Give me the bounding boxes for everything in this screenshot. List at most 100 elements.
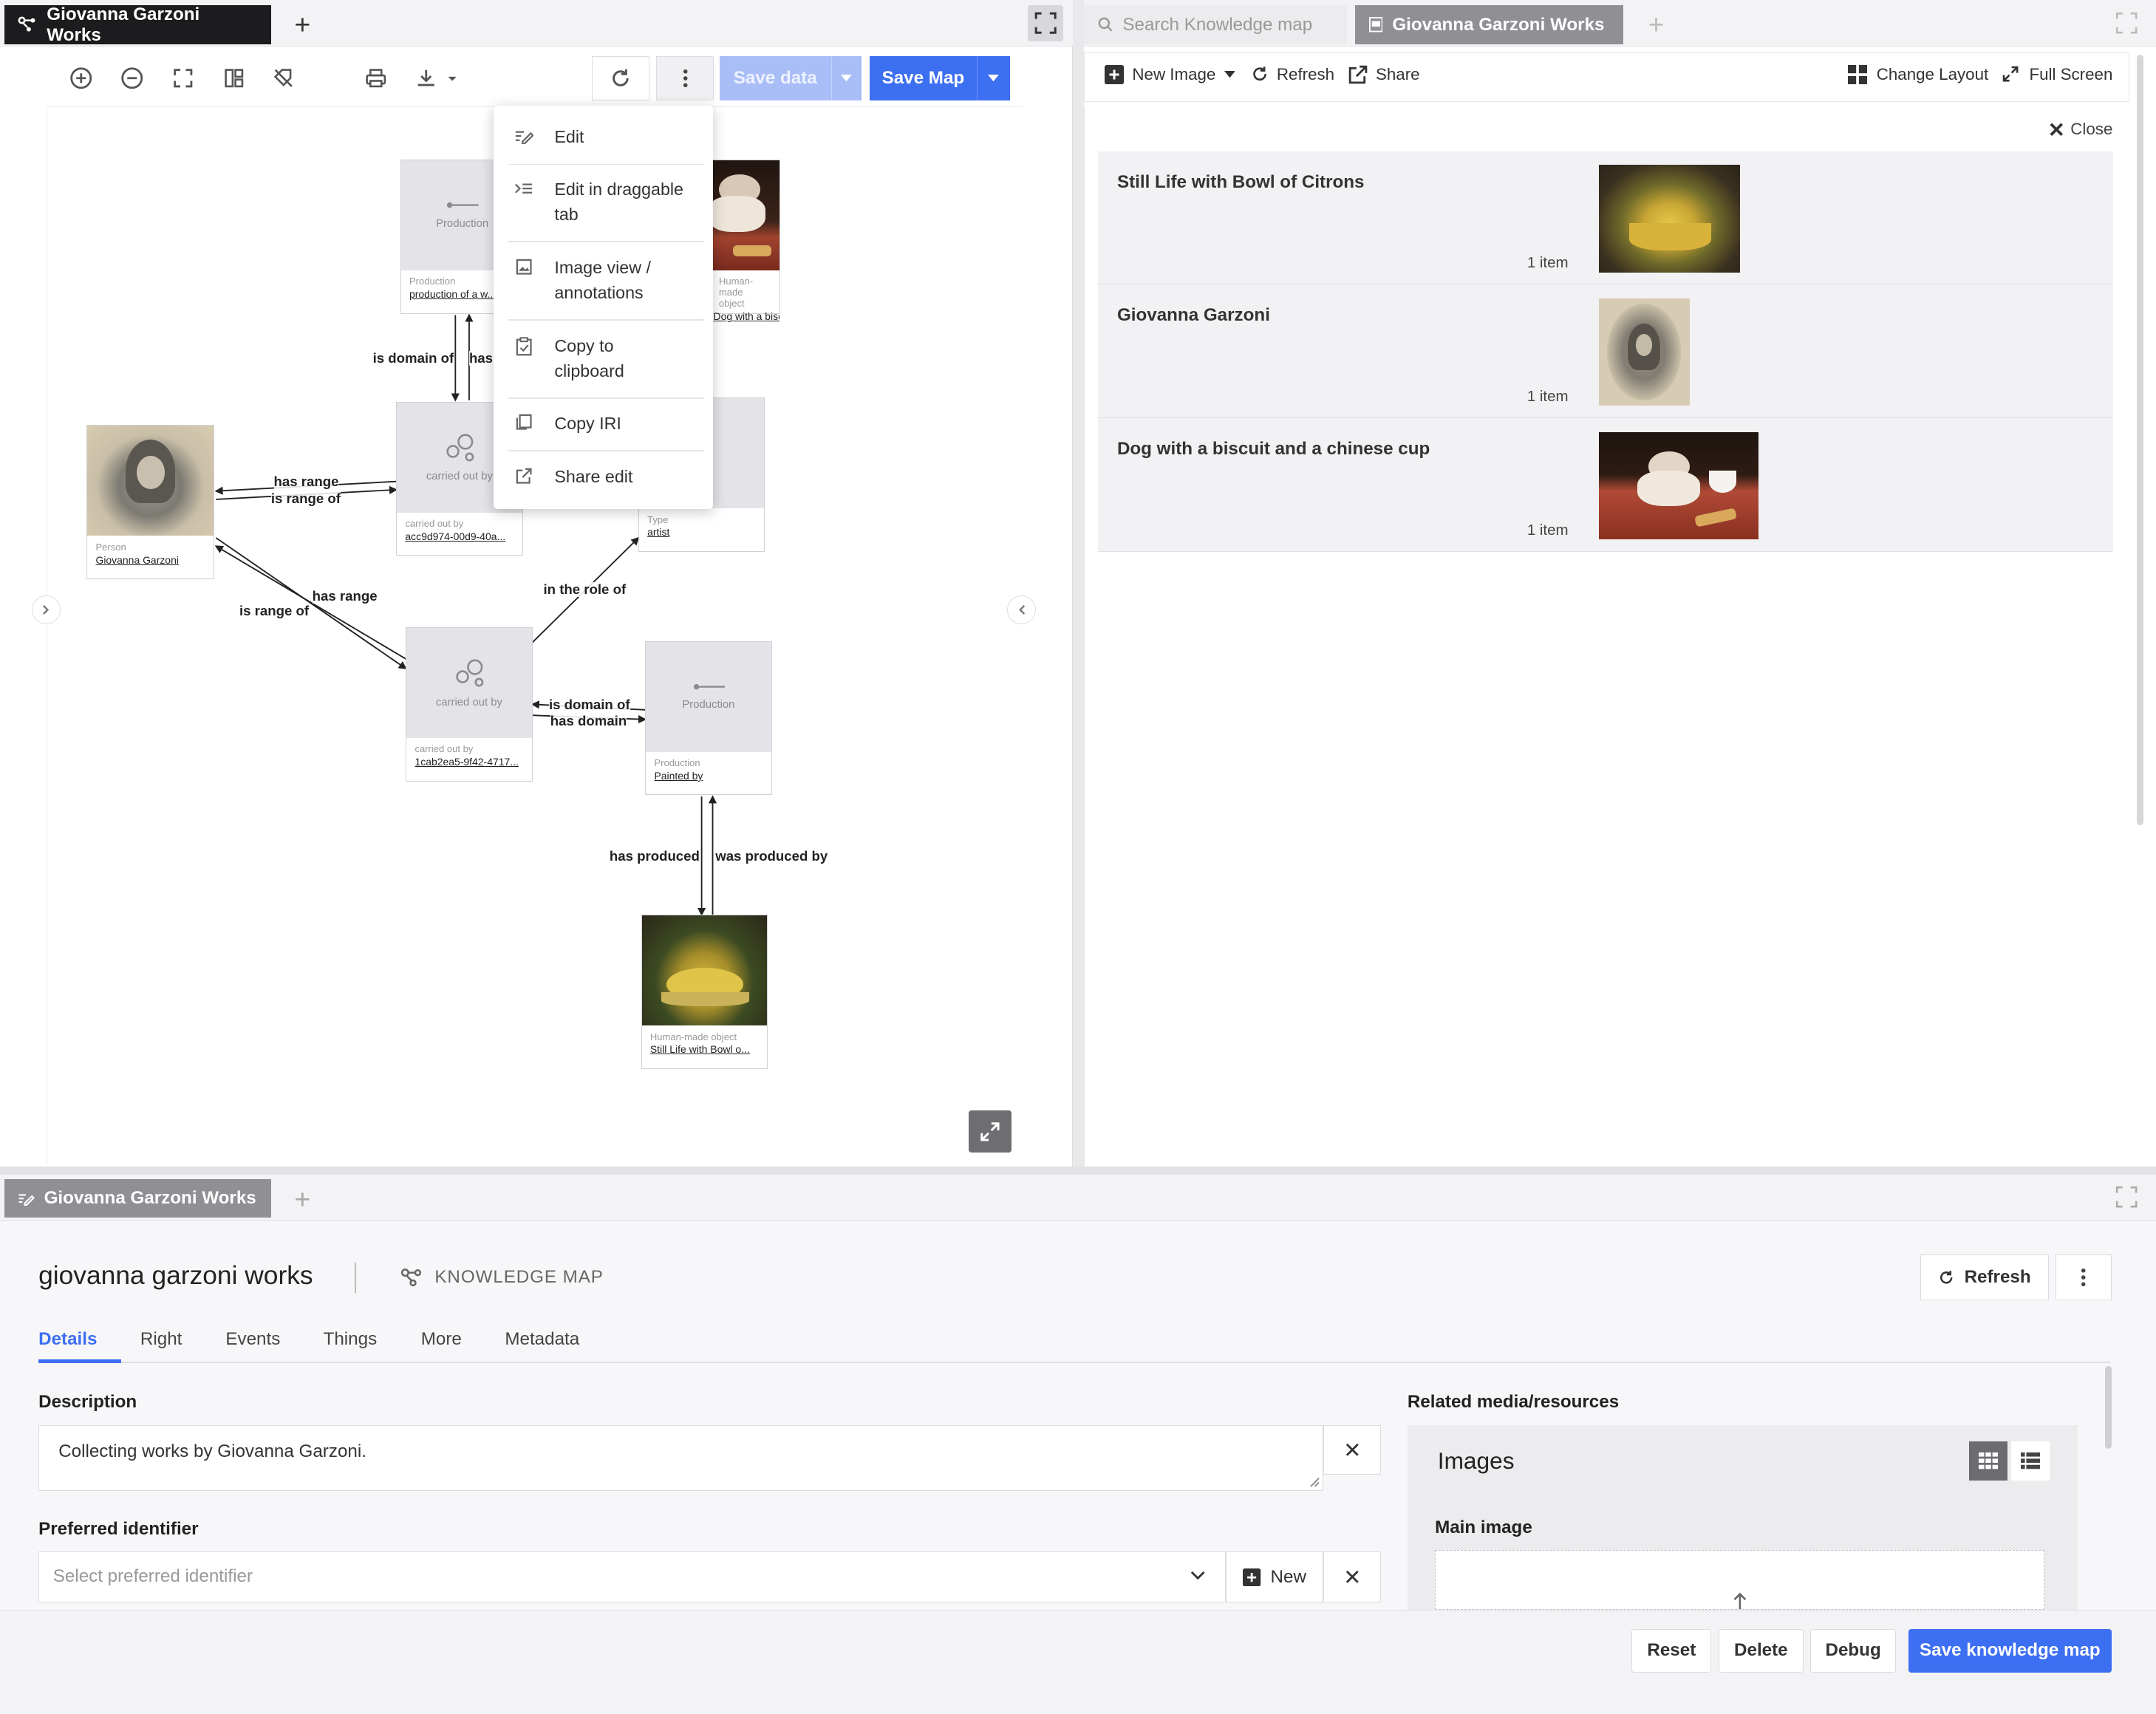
- menu-item-edit-draggable[interactable]: Edit in draggable tab: [494, 177, 712, 227]
- new-identifier-label: New: [1270, 1566, 1306, 1587]
- node-top-label: Production: [436, 217, 489, 230]
- add-tab-icon[interactable]: +: [1648, 10, 1665, 38]
- refresh-button[interactable]: Refresh: [1251, 64, 1335, 84]
- refresh-icon: [1252, 66, 1266, 81]
- edge-label: has range: [312, 587, 378, 604]
- expand-canvas-button[interactable]: [968, 1110, 1012, 1153]
- search-tab[interactable]: Search Knowledge map: [1084, 5, 1347, 44]
- dog-image[interactable]: [1598, 431, 1758, 539]
- edge-label: is domain of: [372, 349, 454, 366]
- maximize-icon[interactable]: [2109, 5, 2144, 41]
- images-grid-view-button[interactable]: [1968, 1441, 2007, 1481]
- right-scrollbar[interactable]: [2136, 55, 2143, 826]
- node-production-painted-by[interactable]: Production Production Painted by: [645, 641, 772, 796]
- menu-divider: [508, 449, 705, 451]
- menu-item-copy-clipboard[interactable]: Copy to clipboard: [494, 334, 712, 383]
- image-row[interactable]: Giovanna Garzoni 1 item: [1097, 284, 2114, 419]
- still-life-image[interactable]: [1598, 165, 1741, 273]
- share-icon: [1348, 65, 1368, 83]
- expand-icon: [980, 1121, 1000, 1141]
- bottom-tab-label: Giovanna Garzoni Works: [44, 1187, 256, 1208]
- preferred-identifier-select[interactable]: Select preferred identifier: [38, 1551, 1227, 1603]
- description-field[interactable]: Collecting works by Giovanna Garzoni.: [38, 1425, 1324, 1492]
- new-image-button[interactable]: New Image: [1105, 64, 1235, 84]
- menu-item-label: Copy to clipboard: [554, 336, 624, 380]
- add-tab-icon[interactable]: +: [294, 1185, 310, 1213]
- tab-things[interactable]: Things: [324, 1329, 378, 1350]
- search-icon: [1098, 17, 1113, 32]
- right-panel-tab[interactable]: Giovanna Garzoni Works: [1355, 5, 1624, 44]
- change-layout-button[interactable]: Change Layout: [1847, 64, 1988, 84]
- menu-item-image-view[interactable]: Image view / annotations: [494, 256, 712, 305]
- new-image-label: New Image: [1132, 64, 1216, 83]
- share-icon: [494, 465, 554, 490]
- add-square-icon: [1243, 1568, 1261, 1586]
- kebab-icon: [2081, 1268, 2086, 1286]
- node-link[interactable]: artist: [639, 525, 764, 540]
- image-row[interactable]: Still Life with Bowl of Citrons 1 item: [1097, 151, 2114, 285]
- tab-more[interactable]: More: [421, 1329, 462, 1350]
- node-still-life[interactable]: Human-made object Still Life with Bowl o…: [641, 915, 768, 1069]
- record-more-button[interactable]: [2055, 1254, 2112, 1300]
- copy-icon: [494, 412, 554, 437]
- image-row-count: 1 item: [1526, 254, 1569, 272]
- tab-metadata[interactable]: Metadata: [505, 1329, 579, 1350]
- form-scrollbar[interactable]: [2104, 1365, 2112, 1449]
- images-list-view-button[interactable]: [2011, 1441, 2050, 1481]
- node-link[interactable]: Giovanna Garzoni: [87, 553, 214, 567]
- relation-icon: [446, 434, 474, 462]
- tab-right[interactable]: Right: [140, 1329, 182, 1350]
- node-link[interactable]: Still Life with Bowl o...: [642, 1042, 767, 1057]
- full-screen-button[interactable]: Full Screen: [2002, 65, 2112, 84]
- node-link[interactable]: 1cab2ea5-9f42-4717...: [406, 754, 531, 769]
- node-link[interactable]: Painted by: [646, 768, 771, 783]
- tabs-underline: [38, 1362, 2111, 1364]
- share-button[interactable]: Share: [1348, 65, 1420, 84]
- maximize-icon[interactable]: [2109, 1179, 2144, 1215]
- menu-item-edit[interactable]: Edit: [494, 125, 712, 150]
- close-icon: [1345, 1571, 1359, 1584]
- node-top-label: carried out by: [426, 471, 493, 483]
- person-portrait-thumbnail: [87, 426, 214, 536]
- page-title: giovanna garzoni works: [38, 1261, 313, 1291]
- node-link[interactable]: acc9d974-00d9-40a...: [397, 529, 522, 544]
- node-class: Person: [95, 541, 126, 553]
- horizontal-splitter[interactable]: [0, 1166, 2156, 1175]
- collapse-left-button[interactable]: [31, 595, 61, 625]
- right-tab-label: Giovanna Garzoni Works: [1392, 14, 1605, 35]
- reset-button[interactable]: Reset: [1631, 1628, 1712, 1673]
- menu-item-label: Share edit: [554, 467, 633, 487]
- menu-item-label: Edit: [554, 127, 584, 147]
- delete-button[interactable]: Delete: [1718, 1628, 1804, 1673]
- refresh-label: Refresh: [1276, 64, 1335, 83]
- menu-item-share-edit[interactable]: Share edit: [494, 465, 712, 490]
- portrait-image[interactable]: [1598, 298, 1690, 406]
- main-image-dropzone[interactable]: [1435, 1550, 2044, 1610]
- node-carried-out-by-2[interactable]: carried out by carried out by 1cab2ea5-9…: [406, 627, 533, 782]
- edge-label: has: [468, 349, 494, 366]
- expand-icon: [2002, 66, 2019, 82]
- edge-label: has produced: [609, 847, 700, 864]
- image-row[interactable]: Dog with a biscuit and a chinese cup 1 i…: [1097, 418, 2114, 552]
- save-knowledge-map-button[interactable]: Save knowledge map: [1908, 1628, 2112, 1673]
- tab-details[interactable]: Details: [38, 1329, 97, 1350]
- menu-item-copy-iri[interactable]: Copy IRI: [494, 412, 712, 437]
- clear-identifier-button[interactable]: [1323, 1551, 1382, 1603]
- node-top-label: Production: [682, 699, 735, 711]
- edge-label: is range of: [270, 490, 341, 507]
- images-heading: Images: [1437, 1447, 1515, 1474]
- tab-events[interactable]: Events: [225, 1329, 280, 1350]
- clear-description-button[interactable]: [1323, 1425, 1382, 1475]
- production-icon: [693, 683, 726, 690]
- main-image-label: Main image: [1435, 1517, 1532, 1537]
- new-identifier-button[interactable]: New: [1226, 1551, 1324, 1603]
- panel-splitter[interactable]: [1073, 0, 1085, 1167]
- close-button[interactable]: Close: [2049, 120, 2112, 139]
- clipboard-icon: [494, 334, 554, 383]
- debug-button[interactable]: Debug: [1810, 1628, 1896, 1673]
- share-label: Share: [1375, 64, 1420, 83]
- refresh-record-button[interactable]: Refresh: [1920, 1254, 2049, 1300]
- node-person[interactable]: Person Giovanna Garzoni: [86, 425, 215, 579]
- bottom-panel-tab[interactable]: Giovanna Garzoni Works: [4, 1178, 271, 1218]
- close-icon: [1345, 1444, 1359, 1456]
